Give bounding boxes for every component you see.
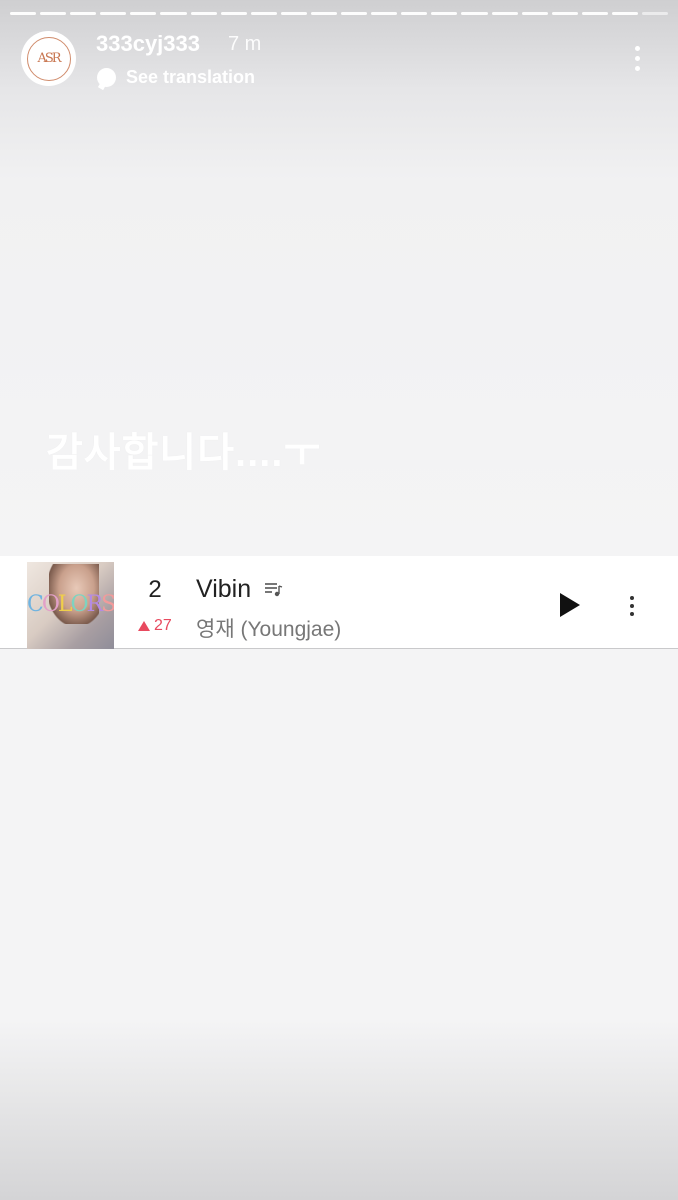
avatar-logo-ring: ASR (26, 36, 71, 81)
story-progress-segment (641, 12, 669, 15)
arrow-up-icon (138, 621, 150, 631)
lyrics-icon[interactable] (264, 581, 284, 597)
story-progress-segment (341, 12, 368, 15)
story-progress-segment (371, 12, 398, 15)
post-time: 7 m (228, 33, 262, 55)
story-header: ASR 333cyj333 7 m See translation (0, 28, 678, 92)
story-progress-segment (401, 12, 428, 15)
story-progress-bar (10, 12, 669, 16)
story-progress-segment (310, 12, 338, 15)
story-progress-segment (100, 12, 127, 15)
story-progress-segment (40, 12, 67, 15)
artist-name[interactable]: 영재 (Youngjae) (196, 613, 341, 643)
story-progress-segment (160, 12, 187, 15)
story-viewer[interactable]: ASR 333cyj333 7 m See translation 감사합니다.… (0, 0, 678, 1200)
story-progress-segment (220, 12, 247, 15)
see-translation-button[interactable]: See translation (97, 66, 255, 88)
avatar-logo: ASR (37, 51, 61, 66)
story-progress-segment (491, 12, 518, 15)
rank-change-value: 27 (154, 617, 172, 634)
speech-bubble-icon (97, 67, 116, 87)
rank-change: 27 (138, 617, 172, 635)
story-progress-segment (581, 12, 608, 15)
story-progress-segment (551, 12, 578, 15)
story-caption: 감사합니다....ㅜ (46, 431, 322, 475)
story-progress-segment (461, 12, 488, 15)
more-vertical-icon[interactable] (622, 38, 652, 78)
story-progress-segment (521, 12, 548, 15)
story-progress-segment (190, 12, 217, 15)
story-progress-segment (280, 12, 307, 15)
see-translation-label: See translation (126, 66, 256, 87)
song-list-item[interactable]: COLORS 2 27 Vibin 영재 (Youngjae) (0, 556, 678, 649)
story-progress-segment (611, 12, 638, 15)
story-progress-segment (10, 12, 37, 15)
story-progress-segment (431, 12, 458, 15)
album-cover-title: COLORS (27, 592, 114, 617)
song-title: Vibin (196, 575, 252, 603)
play-button[interactable] (558, 592, 582, 618)
username[interactable]: 333cyj333 (96, 31, 200, 57)
song-more-button[interactable] (622, 593, 642, 619)
album-cover[interactable]: COLORS (27, 562, 114, 649)
story-progress-segment (70, 12, 97, 15)
story-progress-segment (130, 12, 157, 15)
chart-rank: 2 (148, 576, 162, 603)
avatar[interactable]: ASR (21, 31, 76, 86)
story-progress-segment (250, 12, 277, 15)
